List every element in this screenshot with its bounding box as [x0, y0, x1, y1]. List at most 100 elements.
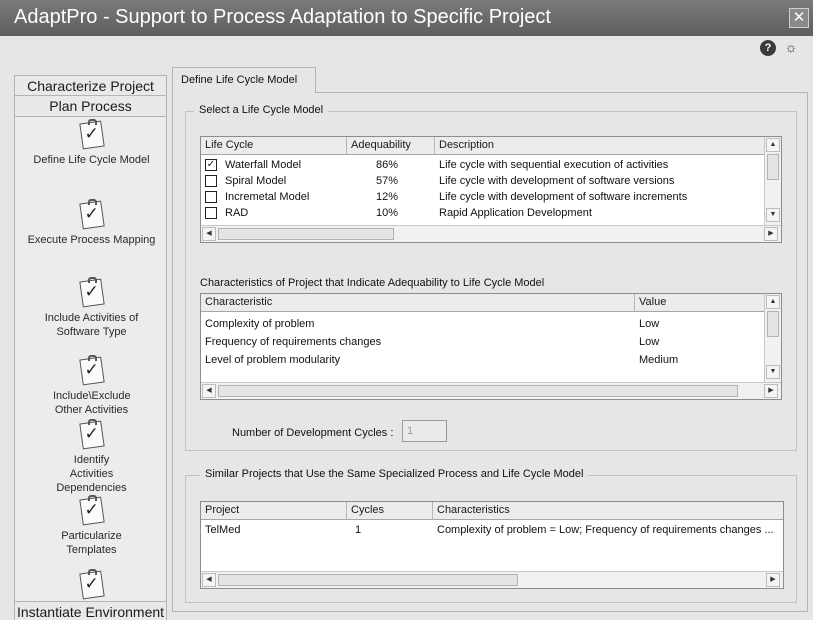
scroll-thumb[interactable] — [767, 154, 779, 180]
sidebar-task-list: ✓ Define Life Cycle Model ✓ Execute Proc… — [14, 117, 167, 601]
characteristics-caption: Characteristics of Project that Indicate… — [200, 277, 545, 289]
lifecycle-table[interactable]: Life Cycle Adequability Description ✓ Wa… — [200, 136, 782, 243]
scroll-up-button[interactable]: ▲ — [766, 138, 780, 152]
project-cycles: 1 — [355, 524, 362, 536]
column-header-project[interactable]: Project — [201, 502, 347, 520]
scroll-down-button[interactable]: ▼ — [766, 365, 780, 379]
sidebar-item-particularize-templates[interactable]: ✓ Particularize Templates — [15, 495, 166, 557]
table-row[interactable]: Incremetal Model 12% Life cycle with dev… — [201, 189, 765, 205]
row-checkbox[interactable] — [205, 175, 217, 187]
table-row[interactable]: ✓ Waterfall Model 86% Life cycle with se… — [201, 157, 765, 173]
similar-projects-group-title: Similar Projects that Use the Same Speci… — [200, 468, 589, 480]
characteristics-table[interactable]: Characteristic Value Complexity of probl… — [200, 293, 782, 400]
lifecycle-groupbox: Select a Life Cycle Model Life Cycle Ade… — [185, 104, 797, 451]
sidebar-item-include-activities-software-type[interactable]: ✓ Include Activities of Software Type — [15, 277, 166, 339]
window-title: AdaptPro - Support to Process Adaptation… — [14, 6, 551, 28]
table-row[interactable]: TelMed 1 Complexity of problem = Low; Fr… — [201, 522, 783, 538]
scroll-down-button[interactable]: ▼ — [766, 208, 780, 222]
sidebar-item-include-exclude-other-activities[interactable]: ✓ Include\Exclude Other Activities — [15, 355, 166, 417]
scroll-thumb[interactable] — [767, 311, 779, 337]
sidebar-item-label: Identify Activities Dependencies — [56, 454, 127, 494]
dev-cycles-label: Number of Development Cycles : — [232, 427, 394, 439]
dev-cycles-field[interactable] — [402, 420, 447, 442]
scroll-right-button[interactable]: ▶ — [764, 227, 778, 241]
tab-define-life-cycle-model[interactable]: Define Life Cycle Model — [172, 67, 316, 93]
checklist-icon: ✓ — [78, 495, 106, 526]
lifecycle-adequability: 12% — [375, 191, 399, 203]
lifecycle-name: Waterfall Model — [225, 159, 302, 171]
scroll-left-button[interactable]: ◀ — [202, 384, 216, 398]
sidebar-section-instantiate-environment[interactable]: Instantiate Environment — [14, 601, 167, 620]
project-name: TelMed — [205, 524, 241, 536]
column-header-characteristic[interactable]: Characteristic — [201, 294, 635, 312]
lifecycle-name: RAD — [225, 207, 249, 219]
column-header-characteristics[interactable]: Characteristics — [433, 502, 783, 520]
lifecycle-description: Rapid Application Development — [439, 207, 592, 219]
similar-projects-groupbox: Similar Projects that Use the Same Speci… — [185, 468, 797, 603]
sidebar-item-define-life-cycle-model[interactable]: ✓ Define Life Cycle Model — [15, 119, 166, 167]
checklist-icon: ✓ — [78, 277, 106, 308]
horizontal-scrollbar[interactable]: ◀ ▶ — [201, 382, 781, 399]
sidebar-section-plan-process[interactable]: Plan Process — [14, 95, 167, 117]
toolbar: ? ☼ — [0, 36, 813, 60]
lifecycle-adequability: 10% — [375, 207, 399, 219]
scroll-up-button[interactable]: ▲ — [766, 295, 780, 309]
lifecycle-description: Life cycle with development of software … — [439, 191, 688, 203]
scroll-left-button[interactable]: ◀ — [202, 227, 216, 241]
row-checkbox[interactable] — [205, 207, 217, 219]
row-checkbox[interactable]: ✓ — [205, 159, 217, 171]
horizontal-scrollbar[interactable]: ◀ ▶ — [201, 225, 781, 242]
scroll-right-button[interactable]: ▶ — [764, 384, 778, 398]
characteristic-value: Low — [639, 336, 660, 348]
sidebar-item-next-task[interactable]: ✓ — [15, 569, 166, 601]
sidebar-item-execute-process-mapping[interactable]: ✓ Execute Process Mapping — [15, 199, 166, 247]
similar-projects-table[interactable]: Project Cycles Characteristics TelMed 1 … — [200, 501, 784, 589]
table-header: Project Cycles Characteristics — [201, 502, 783, 520]
help-icon[interactable]: ? — [760, 40, 776, 56]
horizontal-scrollbar[interactable]: ◀ ▶ — [201, 571, 783, 588]
checklist-icon: ✓ — [78, 119, 106, 150]
checklist-icon: ✓ — [78, 199, 106, 230]
lifecycle-group-title: Select a Life Cycle Model — [194, 104, 329, 116]
vertical-scrollbar[interactable]: ▲ ▼ — [764, 137, 781, 225]
checklist-icon: ✓ — [78, 355, 106, 386]
lifecycle-description: Life cycle with development of software … — [439, 175, 675, 187]
table-row[interactable]: Frequency of requirements changes Low — [201, 334, 765, 352]
sidebar-item-label: Execute Process Mapping — [27, 234, 156, 246]
characteristic-name: Complexity of problem — [205, 318, 315, 330]
title-bar: AdaptPro - Support to Process Adaptation… — [0, 0, 813, 36]
sidebar: Characterize Project Plan Process ✓ Defi… — [14, 75, 167, 620]
scroll-thumb[interactable] — [218, 228, 394, 240]
vertical-scrollbar[interactable]: ▲ ▼ — [764, 294, 781, 382]
checklist-icon: ✓ — [78, 419, 106, 450]
sidebar-section-characterize-project[interactable]: Characterize Project — [14, 75, 167, 97]
column-header-life-cycle[interactable]: Life Cycle — [201, 137, 347, 155]
lifecycle-name: Incremetal Model — [225, 191, 310, 203]
table-row[interactable]: Spiral Model 57% Life cycle with develop… — [201, 173, 765, 189]
lightbulb-icon[interactable]: ☼ — [782, 38, 800, 56]
close-button[interactable]: ✕ — [789, 8, 809, 28]
lifecycle-adequability: 86% — [375, 159, 399, 171]
characteristic-value: Low — [639, 318, 660, 330]
scroll-thumb[interactable] — [218, 574, 518, 586]
characteristic-name: Frequency of requirements changes — [205, 336, 382, 348]
app-window: AdaptPro - Support to Process Adaptation… — [0, 0, 813, 620]
scroll-right-button[interactable]: ▶ — [766, 573, 780, 587]
sidebar-item-label: Particularize Templates — [61, 530, 122, 556]
column-header-adequability[interactable]: Adequability — [347, 137, 435, 155]
column-header-value[interactable]: Value — [635, 294, 765, 312]
lifecycle-adequability: 57% — [375, 175, 399, 187]
column-header-description[interactable]: Description — [435, 137, 765, 155]
table-row[interactable]: Level of problem modularity Medium — [201, 352, 765, 370]
sidebar-item-label: Include Activities of Software Type — [44, 312, 139, 338]
scroll-thumb[interactable] — [218, 385, 738, 397]
row-checkbox[interactable] — [205, 191, 217, 203]
table-row[interactable]: Complexity of problem Low — [201, 316, 765, 334]
table-row[interactable]: RAD 10% Rapid Application Development — [201, 205, 765, 221]
scroll-left-button[interactable]: ◀ — [202, 573, 216, 587]
lifecycle-description: Life cycle with sequential execution of … — [439, 159, 669, 171]
column-header-cycles[interactable]: Cycles — [347, 502, 433, 520]
characteristic-name: Level of problem modularity — [205, 354, 341, 366]
characteristic-value: Medium — [639, 354, 679, 366]
sidebar-item-identify-activities-dependencies[interactable]: ✓ Identify Activities Dependencies — [15, 419, 166, 495]
